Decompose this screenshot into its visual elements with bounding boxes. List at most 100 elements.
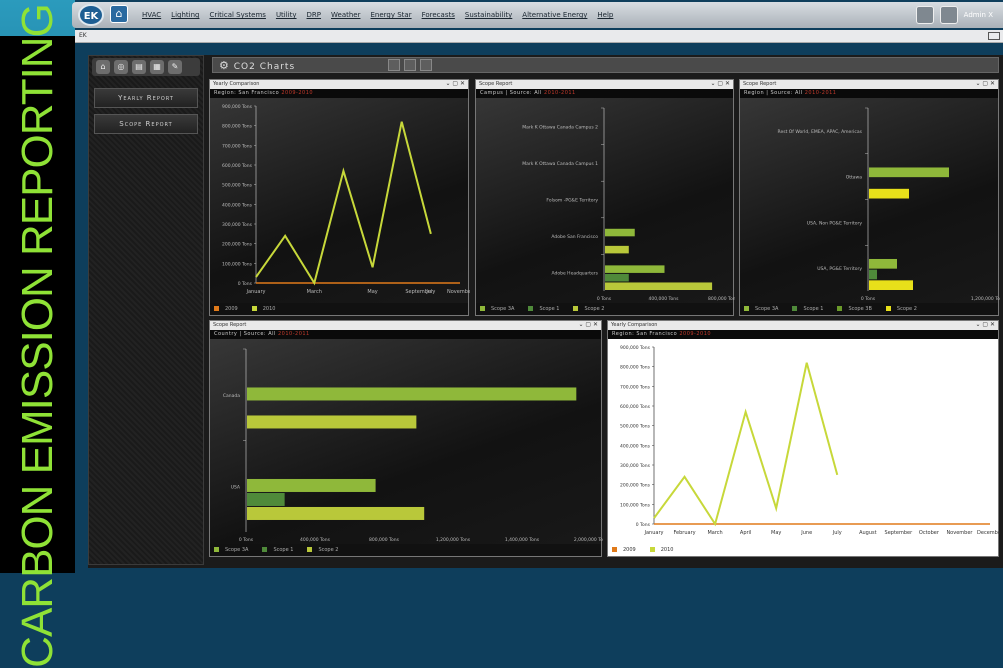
x-tick-label: May [771,530,781,536]
y-tick-label: 300,000 Tons [620,463,651,469]
legend-item[interactable]: Scope 3A [214,547,248,553]
legend-item[interactable]: Scope 2 [885,306,917,312]
user-icon[interactable] [939,6,958,24]
globe-icon[interactable]: ◎ [114,60,128,74]
nav-item-weather[interactable]: Weather [331,11,360,19]
date-range[interactable]: 2009-2010 [679,331,711,337]
panel-window-controls[interactable]: ⌄ ▢ ✕ [975,80,995,87]
nav-item-lighting[interactable]: Lighting [171,11,199,19]
edit-icon[interactable]: ✎ [168,60,182,74]
window-logo: EK [79,32,87,39]
scope-report-button[interactable]: Scope Report [94,114,198,134]
x-tick-label: July [832,530,842,536]
y-tick-label: 800,000 Tons [620,365,651,371]
chart-panel-4: Scope Report ⌄ ▢ ✕ Country | Source: All 2… [209,320,603,557]
filter-value[interactable]: San Francisco [636,331,679,337]
filter-value[interactable]: All [268,331,278,337]
layout-grid-icon[interactable] [388,59,400,71]
legend-label: Scope 1 [539,306,560,312]
window-bar: EK [75,30,1003,43]
nav-item-sustainability[interactable]: Sustainability [465,11,512,19]
yearly-report-button[interactable]: Yearly Report [94,88,198,108]
legend-item[interactable]: Scope 1 [792,306,823,312]
nav-item-utility[interactable]: Utility [276,11,297,19]
x-tick-label: June [800,530,812,536]
x-tick-label: January [644,530,664,536]
nav-item-energy-star[interactable]: Energy Star [371,11,412,19]
legend-item[interactable]: Scope 3A [480,306,514,312]
window-control[interactable] [988,32,1000,40]
category-label: USA, Non PG&E Territory [807,220,863,226]
chart-icon[interactable]: ▦ [150,60,164,74]
x-tick-label: March [707,530,722,536]
filter-value[interactable]: All [795,90,805,96]
x-tick-label: December [977,530,1000,536]
legend-item[interactable]: Scope 1 [262,547,293,553]
legend-label: Scope 2 [318,547,339,553]
category-label: Adobe San Francisco [551,234,598,240]
layout-list-icon[interactable] [404,59,416,71]
nav-item-help[interactable]: Help [597,11,613,19]
legend-label: Scope 2 [584,306,605,312]
bar-scope-3a [605,228,635,237]
close-all-icon[interactable] [420,59,432,71]
chart-legend: Scope 3A Scope 1 Scope 3B Scope 2 [740,303,998,315]
filter-label: Region | Source: [744,90,795,96]
nav-item-drp[interactable]: DRP [307,11,321,19]
chart-legend: Scope 3A Scope 1 Scope 2 [210,544,601,556]
nav-item-hvac[interactable]: HVAC [142,11,161,19]
legend-item[interactable]: 2009 [612,547,636,553]
filter-label: Country | Source: [214,331,269,337]
chart-panel-3: Scope Report ⌄ ▢ ✕ Region | Source: All 20… [739,79,1000,316]
home-icon[interactable]: ⌂ [110,5,128,23]
panel-window-controls[interactable]: ⌄ ▢ ✕ [710,80,730,87]
category-label: Mark K Ottawa Canada Campus 2 [522,124,598,130]
bar-scope-1 [605,273,629,282]
logo[interactable]: EK [78,4,104,26]
date-range[interactable]: 2010-2011 [544,90,576,96]
y-tick-label: 700,000 Tons [222,143,253,149]
legend-item[interactable]: 2009 [214,306,238,312]
settings-icon[interactable] [915,6,934,24]
legend-item[interactable]: 2010 [251,306,275,312]
nav-item-critical-systems[interactable]: Critical Systems [209,11,265,19]
home-icon[interactable]: ⌂ [96,60,110,74]
document-icon[interactable]: ▤ [132,60,146,74]
panel-window-controls[interactable]: ⌄ ▢ ✕ [578,321,598,328]
date-range[interactable]: 2010-2011 [278,331,310,337]
nav-item-alternative-energy[interactable]: Alternative Energy [522,11,587,19]
legend-item[interactable]: Scope 3A [744,306,778,312]
user-name[interactable]: Admin X [964,11,993,19]
legend-item[interactable]: Scope 1 [528,306,559,312]
x-tick-label: September [405,289,434,295]
legend-swatch [214,306,219,311]
legend-label: Scope 3A [755,306,779,312]
legend-label: Scope 1 [273,547,294,553]
category-label: Mark K Ottawa Canada Campus 1 [522,161,598,167]
legend-item[interactable]: Scope 2 [307,547,338,553]
y-tick-label: 600,000 Tons [620,404,651,410]
nav-item-forecasts[interactable]: Forecasts [422,11,455,19]
x-tick-label: March [307,289,322,295]
legend-item[interactable]: Scope 2 [573,306,604,312]
legend-item[interactable]: Scope 3B [837,306,872,312]
y-tick-label: 400,000 Tons [222,202,253,208]
panel-window-controls[interactable]: ⌄ ▢ ✕ [975,321,995,328]
legend-label: Scope 3B [848,306,872,312]
date-range[interactable]: 2009-2010 [281,90,313,96]
filter-value[interactable]: San Francisco [238,90,281,96]
x-tick-label: January [246,289,266,295]
filter-value[interactable]: All [534,90,544,96]
panel-window-controls[interactable]: ⌄ ▢ ✕ [445,80,465,87]
legend-swatch [837,306,843,311]
panel-filter-bar: Region: San Francisco 2009-2010 [608,330,998,339]
chart-legend: Scope 3A Scope 1 Scope 2 [476,303,733,315]
filter-label: Campus | Source: [480,90,535,96]
legend-label: 2009 [623,547,636,553]
x-tick-label: February [673,530,695,536]
y-tick-label: 500,000 Tons [222,183,253,189]
date-range[interactable]: 2010-2011 [805,90,837,96]
legend-item[interactable]: 2010 [649,547,673,553]
legend-swatch [214,547,219,552]
y-tick-label: 0 Tons [636,522,651,528]
